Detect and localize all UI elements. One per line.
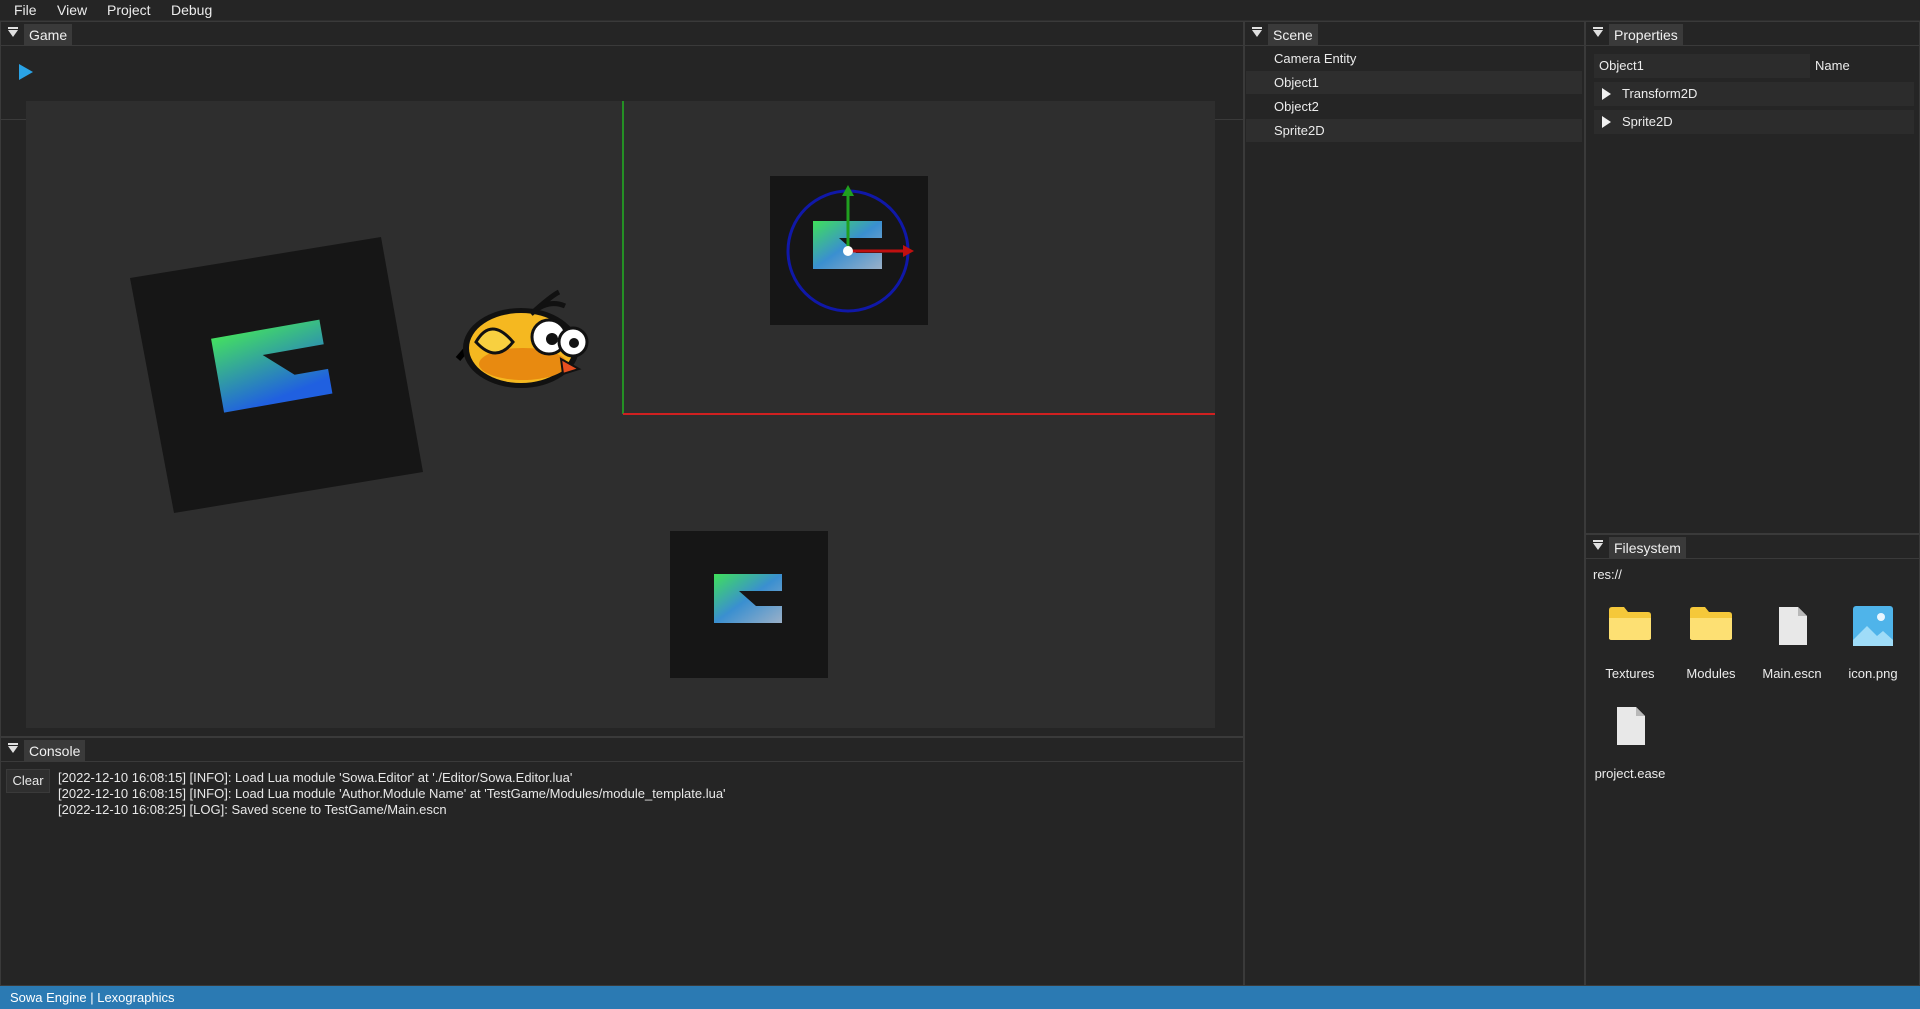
- menu-debug[interactable]: Debug: [171, 2, 212, 18]
- menubar: File View Project Debug: [0, 0, 1920, 21]
- collapse-arrow-icon[interactable]: [1593, 540, 1603, 550]
- properties-panel-header: Properties: [1586, 22, 1919, 46]
- component-label: Sprite2D: [1622, 114, 1673, 129]
- scene-item-object2[interactable]: Object2: [1246, 95, 1582, 118]
- game-panel-header: Game: [1, 22, 1243, 46]
- expand-arrow-icon[interactable]: [1602, 88, 1611, 100]
- scene-panel-header: Scene: [1245, 22, 1584, 46]
- console-line: [2022-12-10 16:08:15] [INFO]: Load Lua m…: [58, 770, 573, 785]
- bird-sprite[interactable]: [455, 289, 589, 388]
- scene-item-sprite2d[interactable]: Sprite2D: [1246, 119, 1582, 142]
- expand-arrow-icon[interactable]: [1602, 116, 1611, 128]
- fs-item-label: Textures: [1605, 666, 1655, 681]
- file-icon: [1779, 607, 1807, 645]
- fs-item-project-ease[interactable]: project.ease: [1590, 706, 1670, 786]
- tab-game[interactable]: Game: [24, 24, 73, 45]
- fs-item-label: icon.png: [1848, 666, 1898, 681]
- name-field[interactable]: Object1: [1594, 54, 1810, 78]
- menu-file[interactable]: File: [14, 2, 37, 18]
- scene-panel: Scene: [1244, 21, 1585, 986]
- status-bar: Sowa Engine | Lexographics: [0, 986, 1920, 1009]
- tab-scene[interactable]: Scene: [1268, 24, 1318, 45]
- fs-item-icon-png[interactable]: icon.png: [1833, 606, 1913, 686]
- console-line: [2022-12-10 16:08:15] [INFO]: Load Lua m…: [58, 786, 726, 801]
- selected-sprite[interactable]: [770, 176, 928, 325]
- console-line: [2022-12-10 16:08:25] [LOG]: Saved scene…: [58, 802, 447, 817]
- component-sprite2d[interactable]: Sprite2D: [1594, 110, 1914, 134]
- viewport-canvas: [130, 101, 1215, 678]
- name-label: Name: [1815, 58, 1850, 73]
- rotated-sprite[interactable]: [130, 237, 423, 513]
- play-icon[interactable]: [19, 64, 33, 80]
- console-panel-header: Console: [1, 738, 1243, 762]
- fs-item-label: project.ease: [1594, 766, 1666, 781]
- fs-item-main-escn[interactable]: Main.escn: [1752, 606, 1832, 686]
- folder-icon: [1609, 607, 1651, 640]
- filesystem-panel-header: Filesystem: [1586, 535, 1919, 559]
- image-file-icon: [1853, 606, 1893, 646]
- tab-console[interactable]: Console: [24, 740, 86, 761]
- bottom-sprite[interactable]: [670, 531, 828, 678]
- component-label: Transform2D: [1622, 86, 1698, 101]
- fs-item-label: Modules: [1686, 666, 1736, 681]
- clear-button[interactable]: Clear: [6, 769, 50, 793]
- scene-item-camera-entity[interactable]: Camera Entity: [1246, 47, 1582, 70]
- folder-icon: [1690, 607, 1732, 640]
- filesystem-path: res://: [1593, 567, 1622, 582]
- menu-project[interactable]: Project: [107, 2, 151, 18]
- tab-properties[interactable]: Properties: [1609, 24, 1683, 45]
- fs-item-modules[interactable]: Modules: [1671, 606, 1751, 686]
- fs-item-textures[interactable]: Textures: [1590, 606, 1670, 686]
- file-icon: [1617, 707, 1645, 745]
- collapse-arrow-icon[interactable]: [1593, 27, 1603, 37]
- fs-item-label: Main.escn: [1762, 666, 1822, 681]
- game-viewport[interactable]: [26, 101, 1215, 728]
- collapse-arrow-icon[interactable]: [8, 743, 18, 753]
- collapse-arrow-icon[interactable]: [1252, 27, 1262, 37]
- menu-view[interactable]: View: [57, 2, 87, 18]
- tab-filesystem[interactable]: Filesystem: [1609, 537, 1686, 558]
- scene-item-object1[interactable]: Object1: [1246, 71, 1582, 94]
- collapse-arrow-icon[interactable]: [8, 27, 18, 37]
- component-transform2d[interactable]: Transform2D: [1594, 82, 1914, 106]
